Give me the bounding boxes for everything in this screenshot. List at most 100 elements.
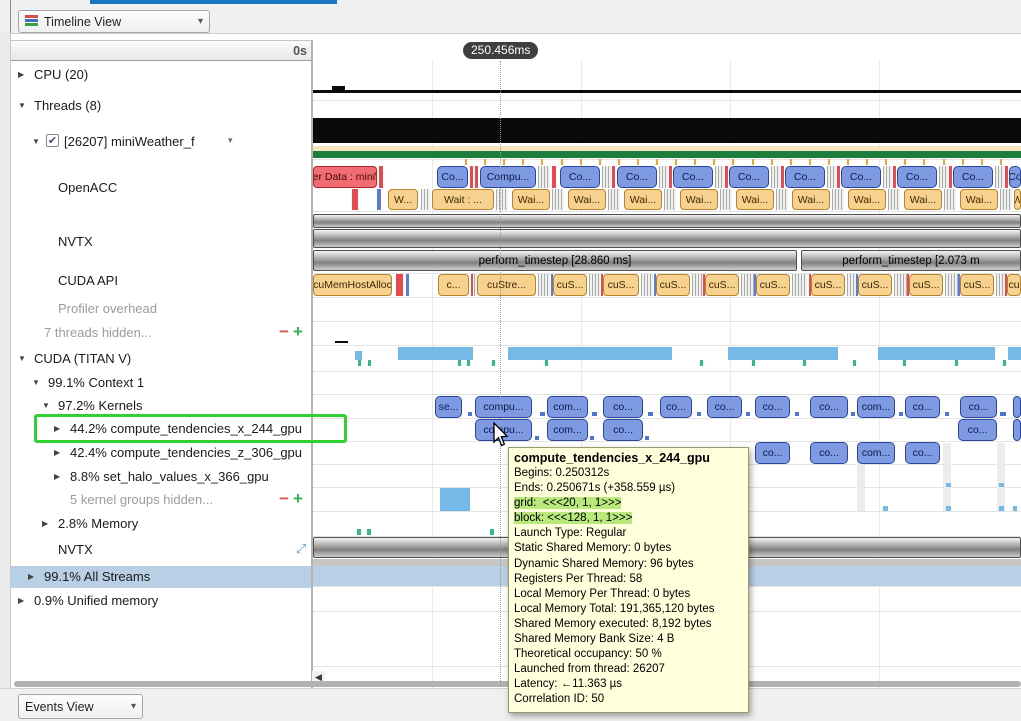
kernel-z306-row-event[interactable]: co... — [810, 442, 848, 464]
process-checkbox[interactable]: ✔ — [46, 134, 59, 147]
openacc-row1-event[interactable]: Co... — [617, 166, 657, 188]
openacc-row2-event[interactable]: Wai... — [512, 189, 550, 210]
kernels-row-event[interactable]: co... — [755, 396, 790, 418]
kernels-row-event[interactable] — [1013, 396, 1021, 418]
sidebar-item-cuda-device[interactable]: ▼CUDA (TITAN V) — [0, 351, 311, 367]
chevron-down-icon[interactable]: ▼ — [18, 101, 26, 110]
hide-row-icon[interactable]: − — [279, 322, 289, 342]
sidebar-item-kernels-hidden[interactable]: 5 kernel groups hidden...−+ — [0, 492, 311, 508]
sidebar-item-unified-memory[interactable]: ▶0.9% Unified memory — [0, 593, 311, 609]
nvtx-timestep-bar-event[interactable]: perform_timestep [28.860 ms] — [313, 250, 797, 271]
sidebar-item-kernels[interactable]: ▼97.2% Kernels — [0, 398, 311, 414]
openacc-row1-event[interactable]: Co — [1009, 166, 1021, 188]
cuda-api-row-event[interactable]: cuStre... — [477, 274, 536, 296]
openacc-row1-event[interactable]: Co... — [897, 166, 937, 188]
nvtx-range-bar1-event[interactable] — [313, 214, 1021, 228]
openacc-row2-event[interactable]: Wai... — [568, 189, 606, 210]
sidebar-item-openacc[interactable]: OpenACC — [0, 180, 311, 196]
kernels-row-event[interactable]: com... — [547, 396, 588, 418]
openacc-row1-event[interactable]: Co... — [785, 166, 825, 188]
sidebar-item-memory[interactable]: ▶2.8% Memory — [0, 516, 311, 532]
nvtx-timestep-bar-event[interactable]: perform_timestep [2.073 m — [801, 250, 1021, 271]
cuda-api-row-event[interactable]: cuS... — [960, 274, 994, 296]
cuda-api-row-event[interactable]: cu — [1007, 274, 1021, 296]
openacc-row2-event[interactable]: Wai... — [792, 189, 830, 210]
sidebar-item-cpu[interactable]: ▶CPU (20) — [0, 67, 311, 83]
chevron-right-icon[interactable]: ▶ — [54, 472, 60, 481]
cuda-api-row-event[interactable]: cuS... — [705, 274, 739, 296]
sidebar-item-kernel-z306[interactable]: ▶42.4% compute_tendencies_z_306_gpu — [0, 445, 311, 461]
openacc-row2-event[interactable]: Wai... — [848, 189, 886, 210]
kernel-x244-row-event[interactable] — [1013, 419, 1021, 441]
cuda-api-row-event[interactable]: cuS... — [603, 274, 639, 296]
nvtx-range-bar2-event[interactable] — [313, 229, 1021, 248]
chevron-down-icon[interactable]: ▼ — [32, 378, 40, 387]
chevron-down-icon[interactable]: ▼ — [32, 137, 40, 146]
openacc-row1-event[interactable]: Co... — [953, 166, 993, 188]
openacc-row2-event[interactable]: Wai... — [960, 189, 998, 210]
kernels-row-event[interactable]: co... — [603, 396, 643, 418]
show-row-icon[interactable]: + — [293, 489, 303, 509]
chevron-right-icon[interactable]: ▶ — [18, 596, 24, 605]
openacc-row2-event[interactable]: Wai... — [680, 189, 718, 210]
timeline-view-dropdown[interactable]: Timeline View ▾ — [18, 10, 210, 33]
show-row-icon[interactable]: + — [293, 322, 303, 342]
cuda-api-row-event[interactable]: cuS... — [756, 274, 790, 296]
openacc-row2-event[interactable]: Wai... — [624, 189, 662, 210]
kernel-x244-row-event[interactable]: com... — [547, 419, 588, 441]
events-view-dropdown[interactable]: Events View ▾ — [18, 694, 143, 719]
openacc-row2-event[interactable]: W... — [388, 189, 418, 210]
sidebar-item-allstreams[interactable]: ▶99.1% All Streams — [0, 569, 311, 585]
cuda-api-row-event[interactable]: cuS... — [858, 274, 892, 296]
sidebar-item-threads-hidden[interactable]: 7 threads hidden...−+ — [0, 325, 311, 341]
kernel-z306-row-event[interactable]: co... — [755, 442, 790, 464]
kernel-z306-row-event[interactable]: co... — [905, 442, 940, 464]
openacc-row2-event[interactable]: W — [1014, 189, 1021, 210]
openacc-row1-event[interactable]: Enter Data : miniW... — [313, 166, 377, 188]
cuda-api-row-event[interactable]: cuS... — [909, 274, 943, 296]
sidebar-item-cuda-api[interactable]: CUDA API — [0, 273, 311, 289]
sidebar-item-nvtx-gpu[interactable]: NVTX⤢ — [0, 542, 311, 558]
openacc-row1-event[interactable]: Co... — [560, 166, 600, 188]
sidebar-item-nvtx-thread[interactable]: NVTX — [0, 234, 311, 250]
openacc-row1-event[interactable]: Co... — [729, 166, 769, 188]
cuda-api-row-event[interactable]: cuS... — [656, 274, 690, 296]
chevron-down-icon[interactable]: ▾ — [228, 135, 233, 146]
chevron-right-icon[interactable]: ▶ — [28, 572, 34, 581]
cuda-api-row-event[interactable]: c... — [438, 274, 469, 296]
chevron-down-icon[interactable]: ▼ — [18, 354, 26, 363]
kernels-row-event[interactable]: co... — [810, 396, 848, 418]
kernels-row-event[interactable]: co... — [905, 396, 940, 418]
openacc-row1-event[interactable]: Co... — [841, 166, 881, 188]
chevron-right-icon[interactable]: ▶ — [42, 519, 48, 528]
chevron-right-icon[interactable]: ▶ — [54, 448, 60, 457]
sidebar-item-kernel-halo[interactable]: ▶8.8% set_halo_values_x_366_gpu — [0, 469, 311, 485]
hide-row-icon[interactable]: − — [279, 489, 289, 509]
chevron-right-icon[interactable]: ▶ — [18, 70, 24, 79]
kernels-row-event[interactable]: compu... — [475, 396, 532, 418]
kernel-x244-row-event[interactable]: co... — [958, 419, 997, 441]
sidebar-item-process-miniweather[interactable]: ▼✔[26207] miniWeather_f▾ — [0, 134, 311, 150]
sidebar-item-profiler-overhead[interactable]: Profiler overhead — [0, 301, 311, 317]
cuda-api-row-event[interactable]: cuMemHostAlloc — [313, 274, 392, 296]
kernels-row-event[interactable]: com... — [857, 396, 895, 418]
openacc-row2-event[interactable]: Wai... — [904, 189, 942, 210]
kernels-row-event[interactable]: co... — [707, 396, 742, 418]
cuda-api-row-event[interactable]: cuS... — [553, 274, 587, 296]
kernel-x244-row-event[interactable]: co... — [603, 419, 643, 441]
openacc-row1-event[interactable]: Co... — [437, 166, 468, 188]
openacc-row2-event[interactable]: Wait : ... — [432, 189, 494, 210]
sidebar-item-context1[interactable]: ▼99.1% Context 1 — [0, 375, 311, 391]
sidebar-item-threads[interactable]: ▼Threads (8) — [0, 98, 311, 114]
panel-divider[interactable] — [311, 40, 313, 688]
cuda-api-row-event[interactable]: cuS... — [811, 274, 845, 296]
kernel-z306-row-event[interactable]: com... — [857, 442, 895, 464]
openacc-row1-event[interactable]: Co... — [673, 166, 713, 188]
openacc-row1-event[interactable]: Compu... — [480, 166, 536, 188]
chevron-down-icon[interactable]: ▼ — [42, 401, 50, 410]
kernels-row-event[interactable]: co... — [660, 396, 692, 418]
kernels-row-event[interactable]: co... — [960, 396, 997, 418]
kernels-row-event[interactable]: se... — [435, 396, 462, 418]
expand-row-icon[interactable]: ⤢ — [296, 541, 306, 557]
openacc-row2-event[interactable]: Wai... — [736, 189, 774, 210]
